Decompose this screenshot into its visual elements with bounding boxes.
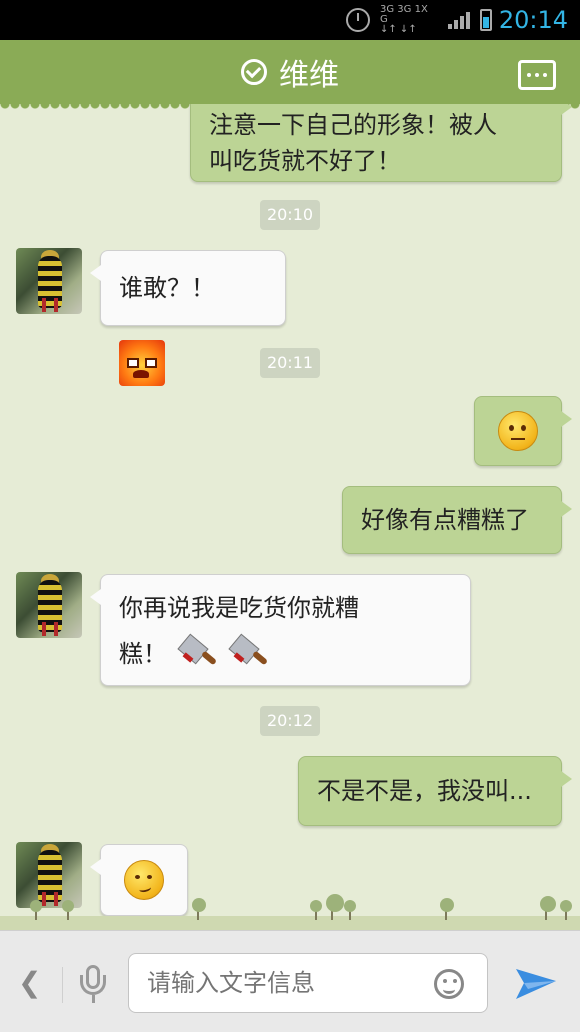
status-icons: 3G 3G 1X G ↓↑ ↓↑ [346,5,492,35]
title-bar: 维维 [0,40,580,110]
outgoing-message[interactable]: 注意一下自己的形象！被人 叫吃货就不好了！ [190,104,572,182]
network-label-top: 3G 3G 1X G [380,4,428,25]
message-line: 你再说我是吃货你就糟 [119,594,359,622]
microphone-icon[interactable] [78,965,108,1005]
outgoing-message[interactable]: 好像有点糟糕了 [342,486,572,554]
input-bar: ❮ [0,930,580,1032]
timestamp: 20:10 [260,200,320,230]
chevron-left-icon[interactable]: ❮ [18,969,41,997]
network-indicator: 3G 3G 1X G ↓↑ ↓↑ [380,5,438,35]
contact-avatar[interactable] [16,572,82,638]
more-icon [527,73,531,77]
decorative-scenery [0,890,580,930]
more-menu-button[interactable] [518,60,556,90]
network-label-bottom: ↓↑ ↓↑ [380,24,417,35]
timestamp: 20:11 [260,348,320,378]
alarm-icon [346,8,370,32]
smiley-icon[interactable] [434,969,464,999]
incoming-message[interactable]: 谁敢？！ [90,250,286,386]
signal-icon [448,11,470,29]
cleaver-icon [228,633,270,673]
message-text: 谁敢？！ [119,274,215,302]
message-line: 叫吃货就不好了！ [209,147,401,175]
outgoing-message[interactable]: 不是不是，我没叫... [298,756,572,826]
message-line: 糕！ [119,640,167,668]
message-list[interactable]: 注意一下自己的形象！被人 叫吃货就不好了！ 20:10 谁敢？！ 20:11 好… [0,104,580,930]
outgoing-message[interactable] [474,396,572,466]
incoming-message[interactable]: 你再说我是吃货你就糟 糕！ [90,574,471,686]
contact-avatar[interactable] [16,248,82,314]
status-time: 20:14 [498,6,568,34]
message-text: 不是不是，我没叫... [317,777,532,805]
chat-title: 维维 [279,58,339,93]
battery-icon [480,9,492,31]
message-text: 好像有点糟糕了 [361,506,529,534]
send-icon[interactable] [514,963,558,1003]
worried-face-icon [498,411,538,451]
angry-face-icon [119,340,165,386]
cleaver-icon [177,633,219,673]
message-line: 注意一下自己的形象！被人 [209,111,497,139]
status-bar: 3G 3G 1X G ↓↑ ↓↑ 20:14 [0,0,580,40]
divider [62,967,63,1003]
timestamp: 20:12 [260,706,320,736]
check-circle-icon [241,59,267,85]
